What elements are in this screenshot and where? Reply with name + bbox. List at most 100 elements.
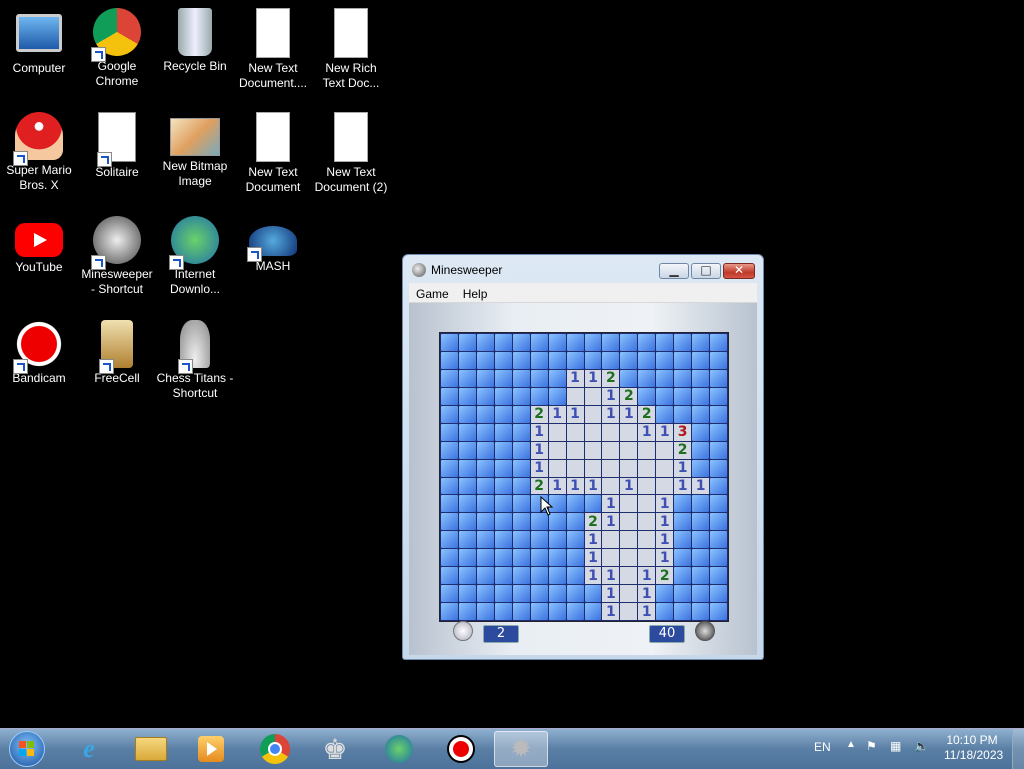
menu-help[interactable]: Help xyxy=(456,285,495,303)
covered-cell[interactable] xyxy=(441,351,458,369)
covered-cell[interactable] xyxy=(674,369,692,387)
covered-cell[interactable] xyxy=(710,585,727,603)
desktop-icon-minesweeper[interactable]: Minesweeper - Shortcut xyxy=(78,216,156,297)
empty-cell[interactable] xyxy=(584,423,602,441)
covered-cell[interactable] xyxy=(566,603,584,620)
number-cell[interactable]: 1 xyxy=(602,603,620,620)
covered-cell[interactable] xyxy=(710,387,727,405)
covered-cell[interactable] xyxy=(710,477,727,495)
number-cell[interactable]: 1 xyxy=(602,387,620,405)
number-cell[interactable]: 1 xyxy=(638,567,656,585)
number-cell[interactable]: 1 xyxy=(602,585,620,603)
empty-cell[interactable] xyxy=(602,459,620,477)
empty-cell[interactable] xyxy=(620,549,638,567)
covered-cell[interactable] xyxy=(584,585,602,603)
desktop-icon-youtube[interactable]: YouTube xyxy=(0,216,78,275)
covered-cell[interactable] xyxy=(548,531,566,549)
covered-cell[interactable] xyxy=(494,405,512,423)
number-cell[interactable]: 2 xyxy=(584,513,602,531)
covered-cell[interactable] xyxy=(710,549,727,567)
empty-cell[interactable] xyxy=(602,531,620,549)
empty-cell[interactable] xyxy=(620,603,638,620)
covered-cell[interactable] xyxy=(458,513,476,531)
covered-cell[interactable] xyxy=(476,585,494,603)
covered-cell[interactable] xyxy=(530,585,548,603)
empty-cell[interactable] xyxy=(566,387,584,405)
number-cell[interactable]: 1 xyxy=(584,369,602,387)
covered-cell[interactable] xyxy=(656,603,674,620)
empty-cell[interactable] xyxy=(566,423,584,441)
covered-cell[interactable] xyxy=(584,495,602,513)
covered-cell[interactable] xyxy=(692,351,710,369)
covered-cell[interactable] xyxy=(476,603,494,620)
desktop-icon-rich-text-document[interactable]: New Rich Text Doc... xyxy=(312,8,390,91)
covered-cell[interactable] xyxy=(458,585,476,603)
number-cell[interactable]: 1 xyxy=(584,477,602,495)
covered-cell[interactable] xyxy=(494,441,512,459)
covered-cell[interactable] xyxy=(494,387,512,405)
covered-cell[interactable] xyxy=(512,495,530,513)
covered-cell[interactable] xyxy=(512,423,530,441)
desktop-icon-mario-mushroom[interactable]: Super Mario Bros. X xyxy=(0,112,78,193)
taskbar-media-player[interactable] xyxy=(184,731,238,767)
covered-cell[interactable] xyxy=(692,423,710,441)
maximize-button[interactable]: □ xyxy=(691,263,721,279)
covered-cell[interactable] xyxy=(710,423,727,441)
covered-cell[interactable] xyxy=(441,567,458,585)
covered-cell[interactable] xyxy=(476,423,494,441)
covered-cell[interactable] xyxy=(710,531,727,549)
language-indicator[interactable]: EN xyxy=(814,740,831,754)
covered-cell[interactable] xyxy=(710,334,727,351)
action-center-icon[interactable]: ⚑ xyxy=(866,739,877,753)
desktop-icon-text-document[interactable]: New Text Document xyxy=(234,112,312,195)
covered-cell[interactable] xyxy=(638,351,656,369)
empty-cell[interactable] xyxy=(584,441,602,459)
covered-cell[interactable] xyxy=(458,495,476,513)
number-cell[interactable]: 1 xyxy=(638,603,656,620)
covered-cell[interactable] xyxy=(476,459,494,477)
covered-cell[interactable] xyxy=(530,603,548,620)
covered-cell[interactable] xyxy=(458,369,476,387)
covered-cell[interactable] xyxy=(458,459,476,477)
covered-cell[interactable] xyxy=(458,531,476,549)
number-cell[interactable]: 1 xyxy=(584,567,602,585)
covered-cell[interactable] xyxy=(548,585,566,603)
number-cell[interactable]: 2 xyxy=(656,567,674,585)
covered-cell[interactable] xyxy=(476,495,494,513)
covered-cell[interactable] xyxy=(710,459,727,477)
empty-cell[interactable] xyxy=(620,423,638,441)
covered-cell[interactable] xyxy=(441,549,458,567)
covered-cell[interactable] xyxy=(441,585,458,603)
covered-cell[interactable] xyxy=(441,334,458,351)
number-cell[interactable]: 1 xyxy=(602,495,620,513)
empty-cell[interactable] xyxy=(638,531,656,549)
covered-cell[interactable] xyxy=(494,513,512,531)
covered-cell[interactable] xyxy=(512,549,530,567)
menu-game[interactable]: Game xyxy=(409,285,456,303)
empty-cell[interactable] xyxy=(620,531,638,549)
empty-cell[interactable] xyxy=(620,567,638,585)
covered-cell[interactable] xyxy=(548,567,566,585)
covered-cell[interactable] xyxy=(458,387,476,405)
number-cell[interactable]: 2 xyxy=(638,405,656,423)
covered-cell[interactable] xyxy=(674,495,692,513)
covered-cell[interactable] xyxy=(476,387,494,405)
number-cell[interactable]: 1 xyxy=(692,477,710,495)
number-cell[interactable]: 1 xyxy=(530,423,548,441)
covered-cell[interactable] xyxy=(584,351,602,369)
empty-cell[interactable] xyxy=(548,441,566,459)
covered-cell[interactable] xyxy=(710,441,727,459)
covered-cell[interactable] xyxy=(494,334,512,351)
covered-cell[interactable] xyxy=(530,567,548,585)
covered-cell[interactable] xyxy=(476,369,494,387)
empty-cell[interactable] xyxy=(620,585,638,603)
covered-cell[interactable] xyxy=(476,334,494,351)
number-cell[interactable]: 1 xyxy=(656,549,674,567)
number-cell[interactable]: 1 xyxy=(548,405,566,423)
number-cell[interactable]: 1 xyxy=(656,513,674,531)
covered-cell[interactable] xyxy=(512,334,530,351)
desktop-icon-computer[interactable]: Computer xyxy=(0,8,78,76)
covered-cell[interactable] xyxy=(656,405,674,423)
covered-cell[interactable] xyxy=(692,531,710,549)
covered-cell[interactable] xyxy=(530,531,548,549)
